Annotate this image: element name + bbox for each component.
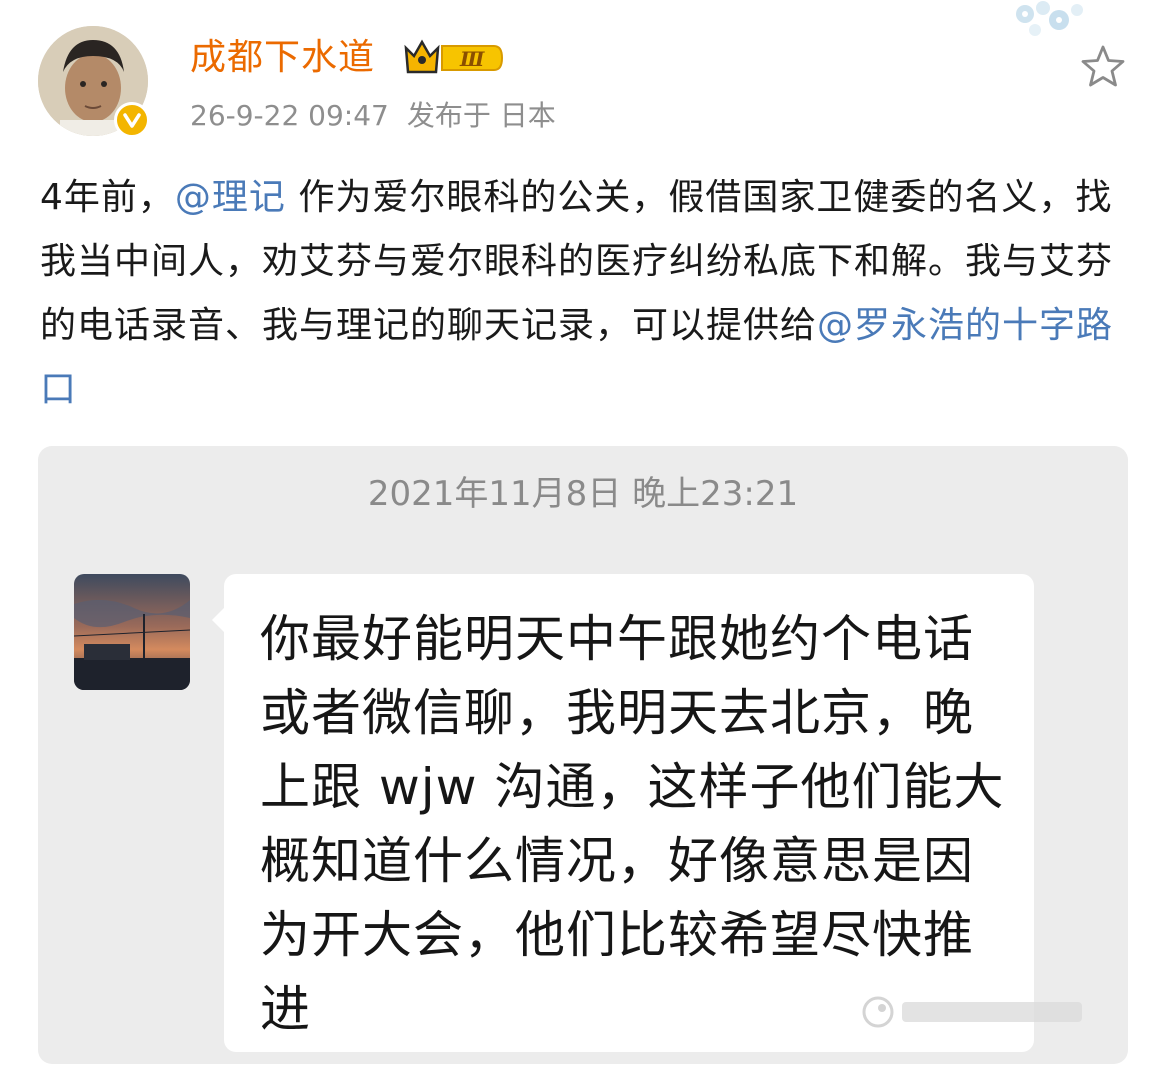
- verified-v-icon: [114, 102, 150, 138]
- chat-timestamp: 2021年11月8日 晚上23:21: [367, 474, 799, 514]
- chat-message-bubble: 你最好能明天中午跟她约个电话或者微信聊，我明天去北京，晚上跟 wjw 沟通，这样…: [212, 574, 1034, 1052]
- post-body: 4年前，@理记 作为爱尔眼科的公关，假借国家卫健委的名义，找我当中间人，劝艾芬与…: [40, 166, 1130, 422]
- weibo-watermark-icon: [862, 996, 1082, 1028]
- post-location: 发布于 日本: [406, 99, 556, 132]
- username[interactable]: 成都下水道: [190, 36, 375, 80]
- attached-chat-screenshot[interactable]: 2021年11月8日 晚上23:21 你最好能明天中午跟她约个电话或者微信聊，我…: [38, 446, 1128, 1064]
- post-time: 26-9-22 09:47: [190, 99, 389, 132]
- vip-crown-icon: Ⅲ: [404, 39, 504, 74]
- star-outline-icon[interactable]: [1080, 44, 1126, 88]
- post-meta: 26-9-22 09:47 发布于 日本: [190, 98, 574, 134]
- mention-link[interactable]: @理记: [175, 177, 286, 218]
- chat-contact-avatar: [74, 574, 190, 690]
- chat-message-text: 你最好能明天中午跟她约个电话或者微信聊，我明天去北京，晚上跟 wjw 沟通，这样…: [260, 610, 1005, 1038]
- post-text-part: 4年前，: [40, 177, 175, 218]
- vip-level-text: Ⅲ: [459, 47, 485, 71]
